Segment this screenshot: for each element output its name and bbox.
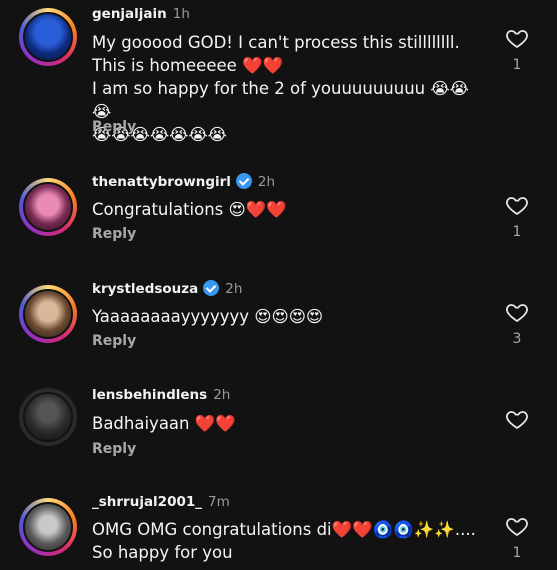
story-ring[interactable] — [19, 498, 77, 556]
avatar[interactable] — [23, 12, 73, 62]
reply-button[interactable]: Reply — [92, 441, 136, 457]
username[interactable]: thenattybrowngirl — [92, 174, 231, 190]
avatar[interactable] — [23, 182, 73, 232]
heart-outline-icon[interactable] — [505, 193, 529, 217]
comment-text: OMG OMG congratulations di❤️❤️🧿🧿✨✨.... S… — [92, 520, 476, 562]
comment-text: Congratulations 😍❤️❤️ — [92, 200, 287, 219]
username[interactable]: lensbehindlens — [92, 387, 207, 403]
like-count: 1 — [512, 57, 522, 73]
comment-text: Badhaiyaan ❤️❤️ — [92, 414, 236, 433]
story-ring[interactable] — [19, 178, 77, 236]
heart-outline-icon[interactable] — [505, 300, 529, 324]
heart-outline-icon[interactable] — [505, 514, 529, 538]
like-count: 1 — [512, 224, 522, 240]
username[interactable]: _shrrujal2001_ — [92, 494, 202, 510]
reply-button[interactable]: Reply — [92, 119, 136, 135]
reply-button[interactable]: Reply — [92, 226, 136, 242]
verified-badge-icon — [235, 173, 252, 189]
heart-outline-icon[interactable] — [505, 26, 529, 50]
reply-button[interactable]: Reply — [92, 333, 136, 349]
story-ring[interactable] — [19, 285, 77, 343]
comment-time: 2h — [225, 281, 243, 297]
comment-time: 7m — [208, 494, 230, 510]
avatar-frame[interactable] — [19, 388, 77, 446]
story-ring[interactable] — [19, 8, 77, 66]
comment-time: 1h — [172, 6, 190, 22]
avatar[interactable] — [23, 502, 73, 552]
username[interactable]: genjaljain — [92, 6, 167, 22]
heart-outline-icon[interactable] — [505, 407, 529, 431]
verified-badge-icon — [203, 280, 220, 296]
avatar[interactable] — [23, 392, 73, 442]
like-count: 1 — [512, 545, 522, 561]
comment-text: Yaaaaaaaayyyyyyy 😍😍😍😍 — [92, 307, 324, 326]
avatar[interactable] — [23, 289, 73, 339]
username[interactable]: krystledsouza — [92, 281, 198, 297]
comment-text: My gooood GOD! I can't process this stil… — [92, 33, 469, 144]
comment-time: 2h — [257, 174, 276, 190]
like-count: 3 — [512, 331, 522, 347]
comment-time: 2h — [213, 387, 231, 403]
